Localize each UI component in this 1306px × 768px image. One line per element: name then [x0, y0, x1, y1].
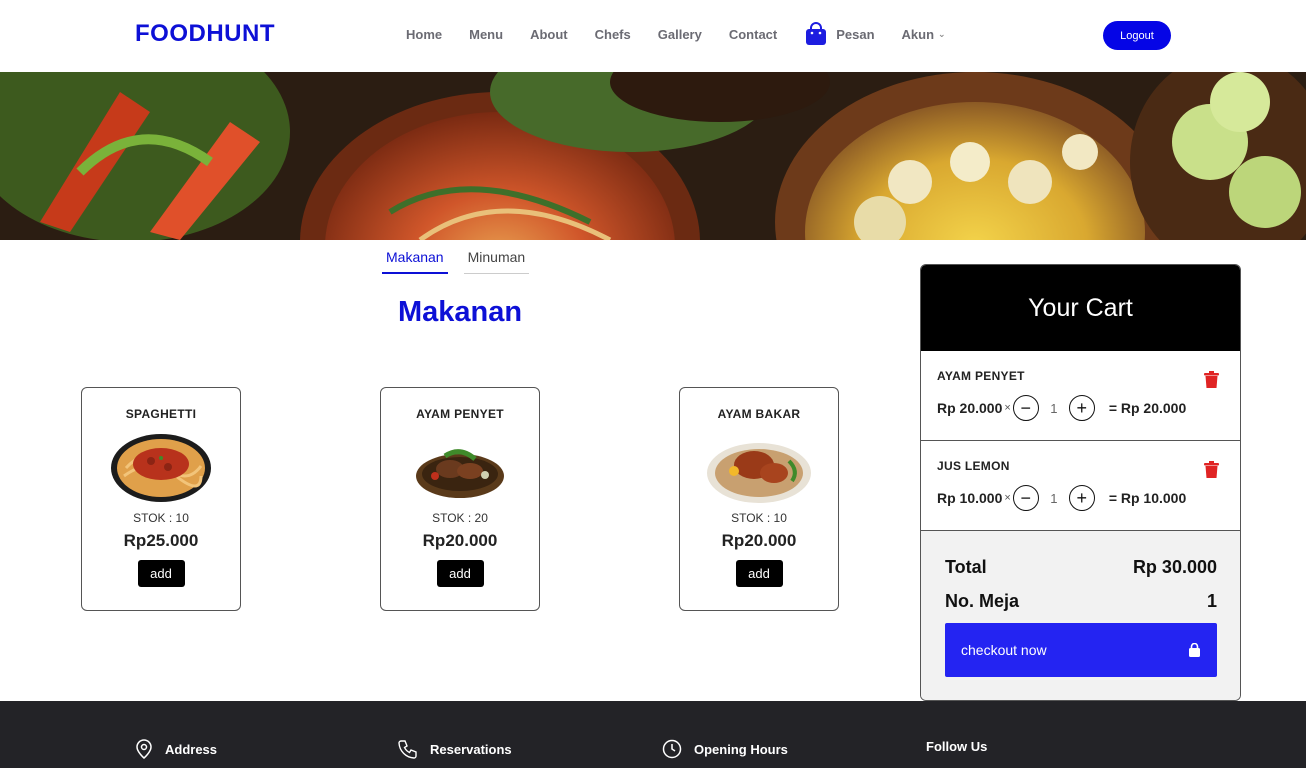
- add-button[interactable]: add: [137, 560, 185, 587]
- footer-address: Address: [135, 739, 217, 759]
- ayam-bakar-image: [707, 443, 811, 503]
- times-sign: ×: [1004, 402, 1011, 414]
- product-stock: STOK : 20: [432, 511, 488, 525]
- cart-item: JUS LEMON Rp 10.000 × − 1 + = Rp 10.000: [921, 441, 1240, 531]
- nav-gallery[interactable]: Gallery: [658, 27, 702, 42]
- nav-about[interactable]: About: [530, 27, 568, 42]
- footer-reservations: Reservations: [398, 739, 512, 759]
- total-label: Total: [945, 557, 987, 577]
- footer-follow-us: Follow Us: [926, 739, 987, 754]
- tab-makanan[interactable]: Makanan: [382, 246, 448, 274]
- times-sign: ×: [1004, 492, 1011, 504]
- cart-item-subtotal: = Rp 20.000: [1108, 400, 1187, 416]
- cart-item-unit-price: Rp 10.000: [937, 490, 1003, 506]
- cart-item-row: Rp 10.000 × − 1 + = Rp 10.000: [937, 485, 1186, 511]
- nav-chefs[interactable]: Chefs: [595, 27, 631, 42]
- header: FOODHUNT Home Menu About Chefs Gallery C…: [0, 0, 1306, 72]
- footer-opening-hours-label: Opening Hours: [694, 741, 788, 757]
- product-card: AYAM PENYET STOK : 20 Rp20.000 add: [380, 387, 540, 611]
- cart-item-qty: 1: [1050, 400, 1058, 416]
- nav-home[interactable]: Home: [406, 27, 442, 42]
- cart-item: AYAM PENYET Rp 20.000 × − 1 + = Rp 20.00…: [921, 351, 1240, 441]
- brand-logo[interactable]: FOODHUNT: [135, 20, 275, 48]
- cart-title: Your Cart: [921, 265, 1240, 351]
- checkout-label: checkout now: [961, 642, 1047, 658]
- clock-icon: [662, 739, 682, 759]
- footer: Address Reservations Opening Hours Follo…: [0, 701, 1306, 768]
- cart-summary: Total Rp 30.000 No. Meja 1 checkout now: [921, 531, 1240, 700]
- product-name: AYAM PENYET: [416, 407, 504, 421]
- ayam-penyet-image: [416, 449, 504, 498]
- cart-item-subtotal: = Rp 10.000: [1108, 490, 1187, 506]
- nav-akun-label: Akun: [901, 27, 935, 42]
- cart-panel: Your Cart AYAM PENYET Rp 20.000 × − 1 + …: [920, 264, 1241, 701]
- table-number-label: No. Meja: [945, 591, 1020, 611]
- spaghetti-image: [111, 434, 211, 502]
- cart-item-row: Rp 20.000 × − 1 + = Rp 20.000: [937, 395, 1186, 421]
- product-price: Rp25.000: [123, 531, 199, 550]
- nav-akun-dropdown[interactable]: Akun ⌄: [902, 27, 946, 42]
- lock-bag-icon: [1189, 643, 1200, 657]
- product-price: Rp20.000: [422, 531, 498, 550]
- footer-opening-hours: Opening Hours: [662, 739, 788, 759]
- shopping-bag-icon: [806, 22, 827, 45]
- cart-item-qty: 1: [1050, 490, 1058, 506]
- page: FOODHUNT Home Menu About Chefs Gallery C…: [0, 0, 1306, 768]
- table-number-row: No. Meja 1: [945, 591, 1217, 612]
- product-name: SPAGHETTI: [125, 407, 197, 421]
- food-banner-illustration: [0, 72, 1306, 240]
- chevron-down-icon: ⌄: [938, 29, 946, 39]
- nav-contact[interactable]: Contact: [729, 27, 777, 42]
- product-card: AYAM BAKAR STOK : 10 Rp20.000 add: [679, 387, 839, 611]
- product-stock: STOK : 10: [731, 511, 787, 525]
- phone-icon: [398, 740, 417, 759]
- product-stock: STOK : 10: [133, 511, 189, 525]
- main-nav: Home Menu About Chefs Gallery Contact Pe…: [406, 22, 946, 45]
- checkout-button[interactable]: checkout now: [945, 623, 1217, 677]
- map-pin-icon: [136, 739, 152, 759]
- product-name: AYAM BAKAR: [717, 407, 801, 421]
- tab-minuman[interactable]: Minuman: [463, 246, 530, 274]
- cart-item-name: AYAM PENYET: [937, 369, 1025, 383]
- table-number-value: 1: [1206, 591, 1217, 611]
- decrease-qty-button[interactable]: −: [1012, 485, 1039, 511]
- footer-follow-us-label: Follow Us: [926, 739, 988, 754]
- product-card: SPAGHETTI STOK : 10 Rp25.000 add: [81, 387, 241, 611]
- footer-address-label: Address: [165, 741, 218, 757]
- category-tabs: Makanan Minuman: [382, 246, 545, 274]
- footer-reservations-label: Reservations: [430, 741, 512, 757]
- cart-item-unit-price: Rp 20.000: [937, 400, 1003, 416]
- cart-item-name: JUS LEMON: [937, 459, 1010, 473]
- trash-icon[interactable]: [1204, 371, 1219, 388]
- total-value: Rp 30.000: [1132, 557, 1217, 577]
- logout-button[interactable]: Logout: [1103, 21, 1171, 50]
- total-row: Total Rp 30.000: [945, 557, 1217, 578]
- nav-pesan-label: Pesan: [836, 27, 875, 42]
- increase-qty-button[interactable]: +: [1068, 395, 1095, 421]
- nav-pesan[interactable]: Pesan: [806, 22, 875, 45]
- nav-menu[interactable]: Menu: [469, 27, 503, 42]
- hero-banner-image: [0, 72, 1306, 240]
- decrease-qty-button[interactable]: −: [1012, 395, 1039, 421]
- add-button[interactable]: add: [436, 560, 484, 587]
- product-price: Rp20.000: [721, 531, 797, 550]
- section-title: Makanan: [397, 296, 523, 328]
- trash-icon[interactable]: [1204, 461, 1219, 478]
- increase-qty-button[interactable]: +: [1068, 485, 1095, 511]
- add-button[interactable]: add: [735, 560, 783, 587]
